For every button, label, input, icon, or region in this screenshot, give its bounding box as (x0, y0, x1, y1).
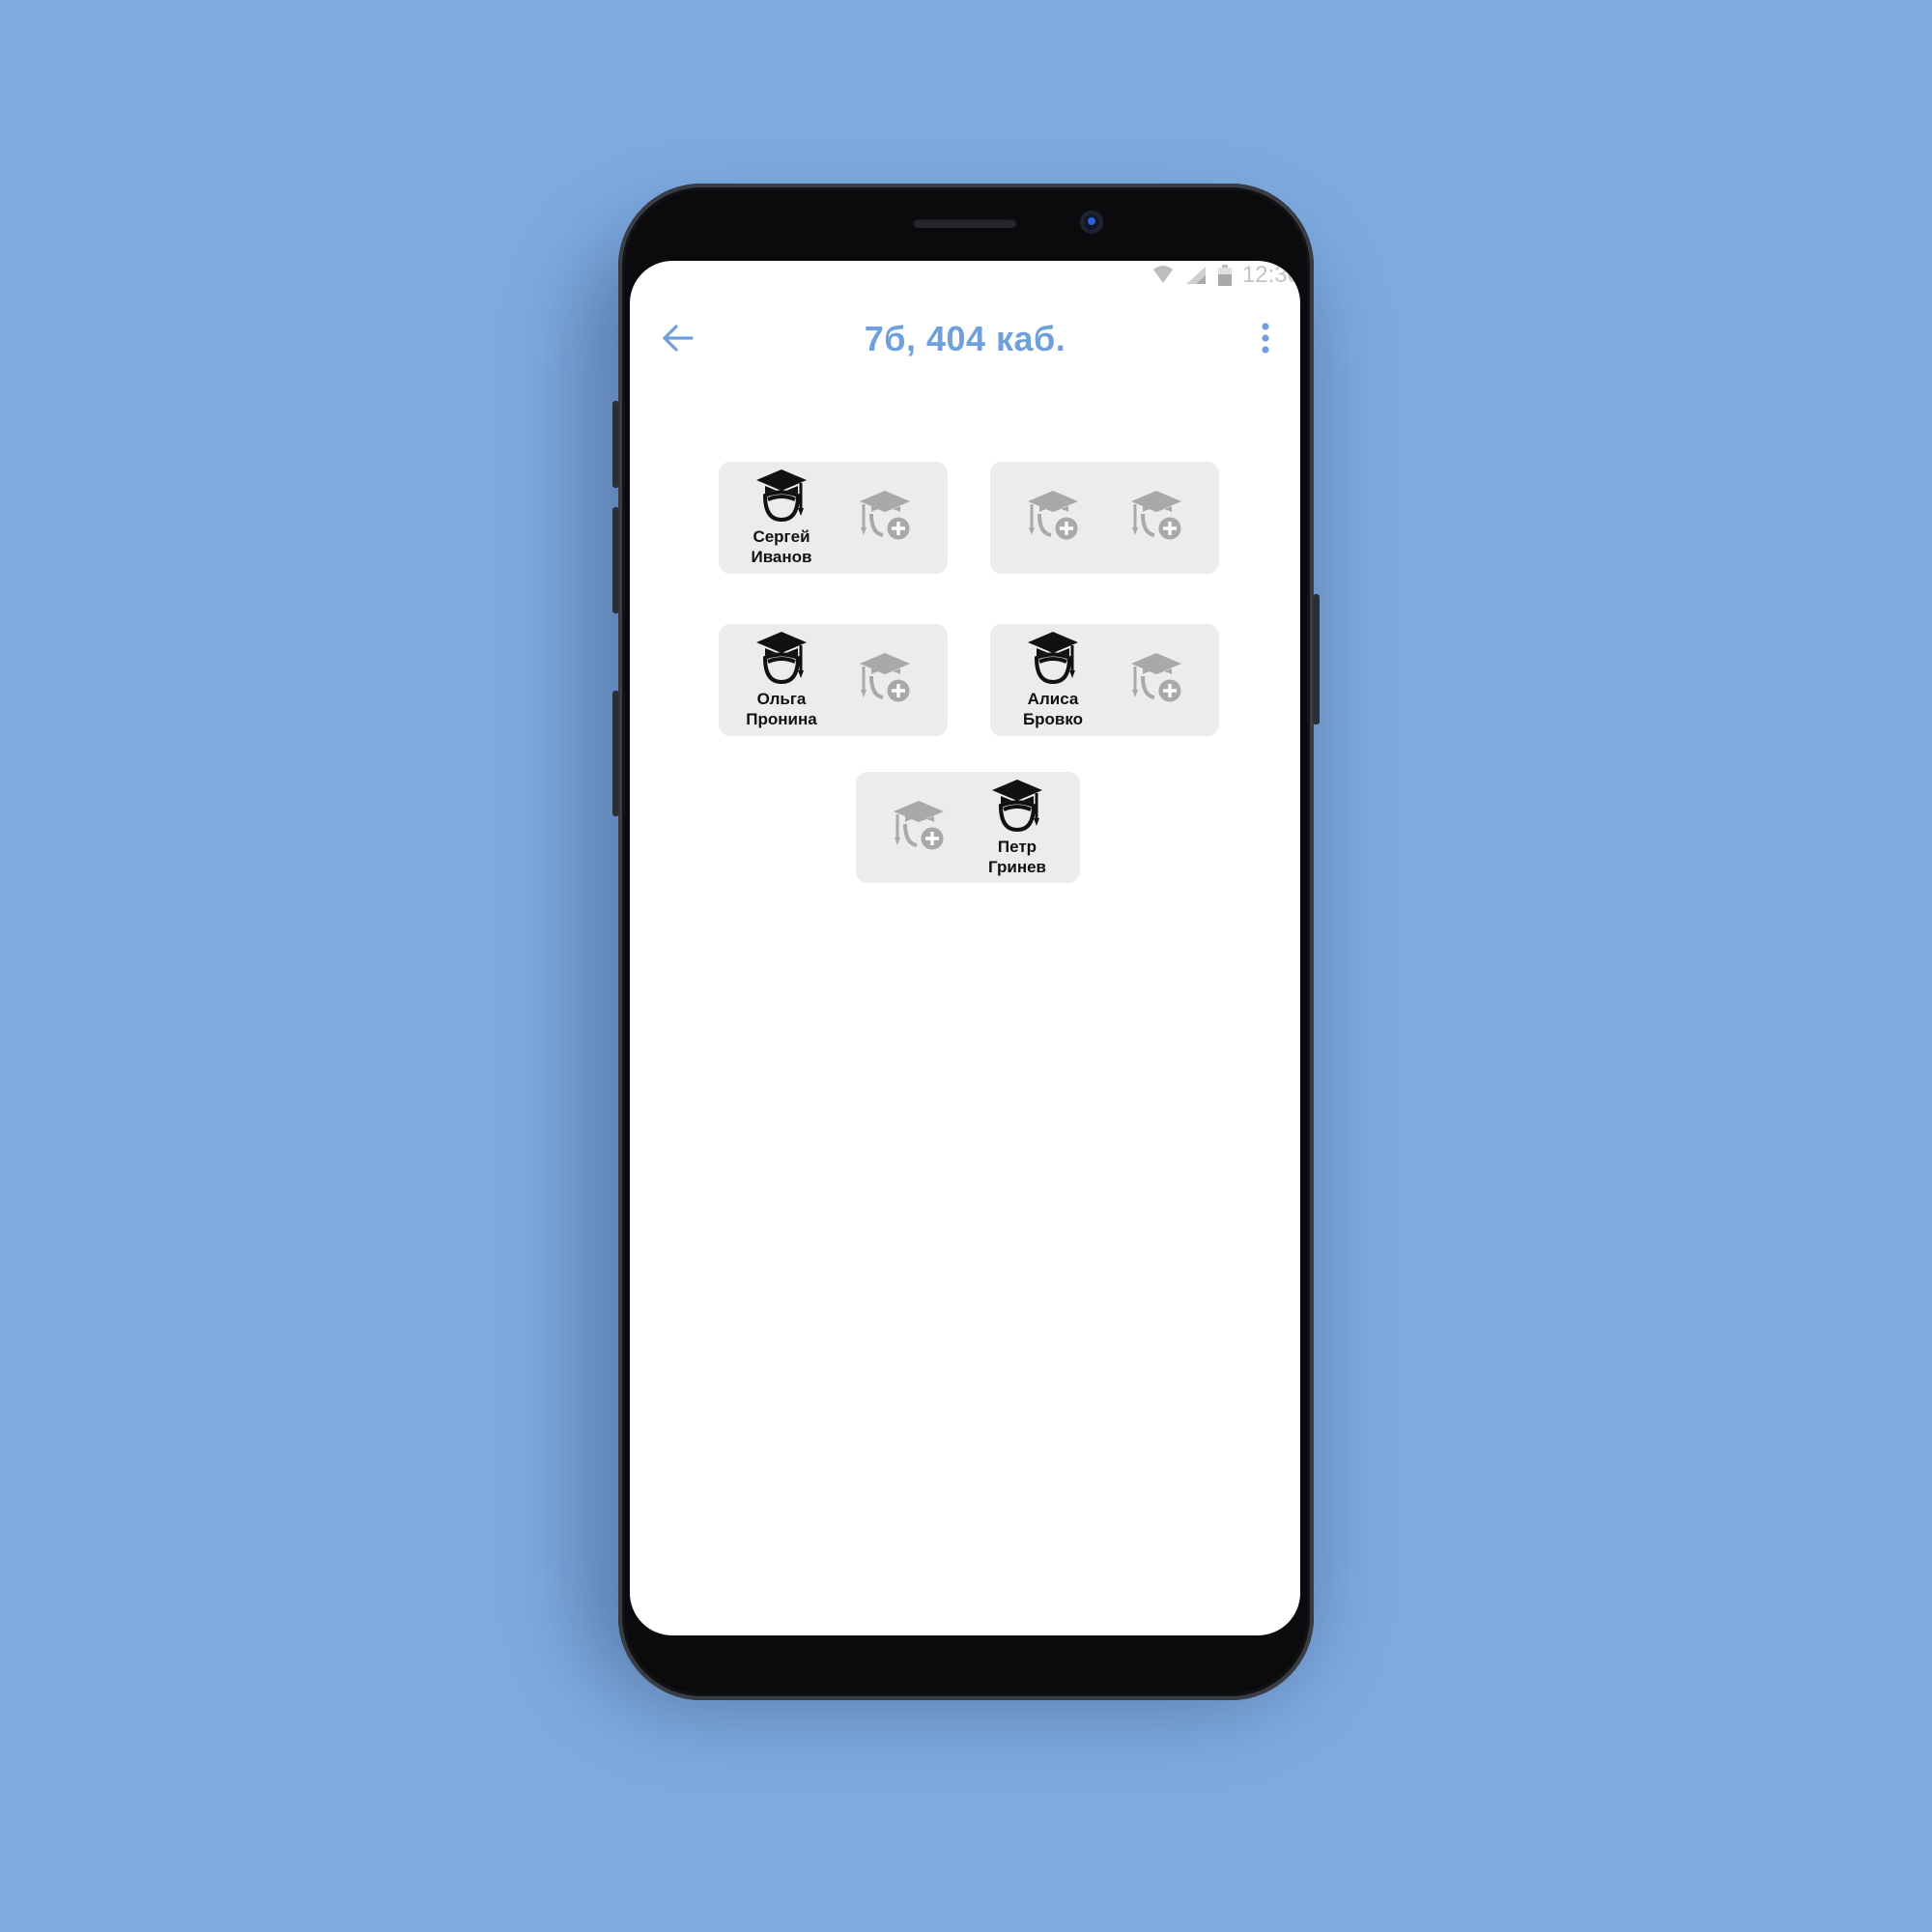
app-screen: 12:30 7б, 404 каб. Сергей Иванов Ольга П… (630, 261, 1300, 1635)
status-time: 12:30 (1241, 262, 1300, 288)
seat-4-right[interactable] (1103, 624, 1209, 736)
student-name: Сергей Иванов (751, 527, 812, 566)
desk-1: Сергей Иванов (719, 462, 948, 574)
battery-icon (1217, 265, 1232, 286)
desk-5: Петр Гринев (856, 772, 1080, 883)
student-cap-icon (1024, 630, 1082, 688)
volume-up-button (612, 401, 619, 488)
add-student-icon (856, 647, 914, 705)
seat-3-left[interactable]: Ольга Пронина (728, 624, 835, 736)
add-student-icon (1127, 647, 1185, 705)
app-bar: 7б, 404 каб. (630, 309, 1300, 367)
seat-5-right[interactable]: Петр Гринев (964, 772, 1070, 884)
add-student-icon (1024, 485, 1082, 543)
student-cap-icon (753, 468, 810, 526)
seat-5-left[interactable] (866, 772, 972, 884)
seat-2-left[interactable] (1000, 462, 1106, 574)
more-vertical-icon[interactable] (1256, 319, 1275, 357)
front-camera (1080, 211, 1103, 234)
earpiece-speaker (913, 218, 1017, 228)
student-name: Ольга Пронина (746, 690, 817, 728)
desk-3: Ольга Пронина (719, 624, 948, 736)
seat-3-right[interactable] (832, 624, 938, 736)
student-name: Петр Гринев (988, 838, 1046, 876)
desk-4: Алиса Бровко (990, 624, 1219, 736)
wifi-icon (1152, 266, 1173, 283)
power-button (1313, 594, 1320, 724)
volume-down-button (612, 507, 619, 613)
seat-2-right[interactable] (1103, 462, 1209, 574)
seat-4-left[interactable]: Алиса Бровко (1000, 624, 1106, 736)
student-cap-icon (988, 778, 1046, 836)
student-cap-icon (753, 630, 810, 688)
student-name: Алиса Бровко (1022, 690, 1084, 728)
desk-2 (990, 462, 1219, 574)
add-student-icon (890, 795, 948, 853)
page-title: 7б, 404 каб. (864, 319, 1066, 358)
add-student-icon (856, 485, 914, 543)
signal-icon (1185, 267, 1206, 284)
seat-1-left[interactable]: Сергей Иванов (728, 462, 835, 574)
add-student-icon (1127, 485, 1185, 543)
seat-1-right[interactable] (832, 462, 938, 574)
phone-frame: 12:30 7б, 404 каб. Сергей Иванов Ольга П… (612, 184, 1320, 1700)
status-bar: 12:30 (1151, 262, 1300, 288)
bixby-button (612, 691, 619, 816)
